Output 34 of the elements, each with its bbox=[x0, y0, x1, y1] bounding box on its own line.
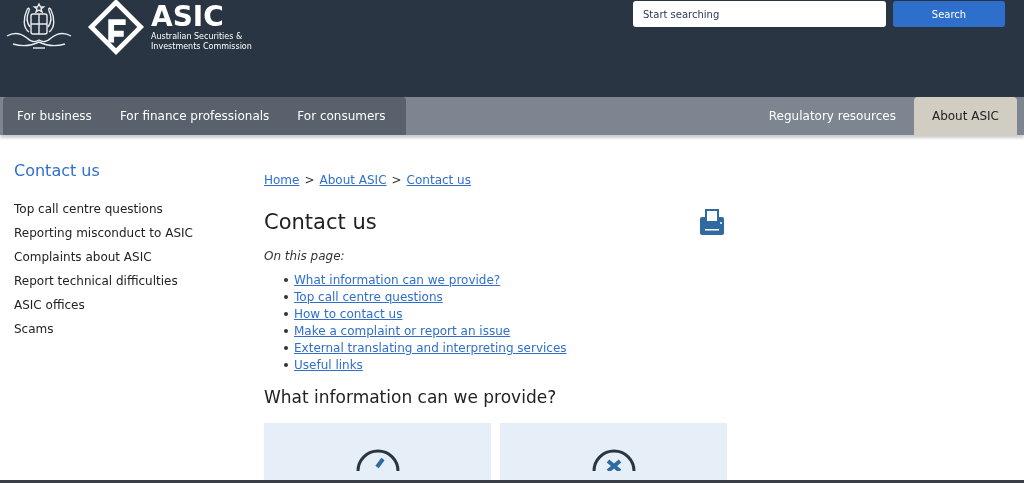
on-this-page-label: On this page: bbox=[264, 249, 346, 263]
breadcrumb-link[interactable]: Contact us bbox=[406, 173, 471, 187]
nav-tab[interactable]: For finance professionals bbox=[105, 97, 284, 135]
toc-link[interactable]: Make a complaint or report an issue bbox=[294, 323, 511, 338]
breadcrumb-separator: > bbox=[391, 173, 402, 187]
brand-name: ASIC bbox=[151, 2, 224, 32]
sidebar-item[interactable]: Scams bbox=[14, 317, 54, 341]
toc-link[interactable]: What information can we provide? bbox=[294, 272, 501, 287]
page-title: Contact us bbox=[264, 210, 377, 234]
sidebar-item[interactable]: Complaints about ASIC bbox=[14, 245, 152, 269]
sidebar-item[interactable]: Top call centre questions bbox=[14, 197, 163, 221]
cross-circle-icon bbox=[590, 447, 637, 471]
breadcrumb-link[interactable]: Home bbox=[264, 173, 300, 187]
toc-link[interactable]: How to contact us bbox=[294, 306, 403, 321]
search-button[interactable]: Search bbox=[893, 1, 1005, 27]
section-title: What information can we provide? bbox=[264, 387, 558, 407]
brand-subtitle: Australian Securities & bbox=[151, 32, 244, 42]
check-circle-icon bbox=[354, 447, 401, 471]
toc-link[interactable]: Top call centre questions bbox=[294, 289, 443, 304]
search-field[interactable]: Start searching bbox=[633, 1, 886, 27]
nav-tab[interactable]: For consumers bbox=[283, 97, 400, 135]
breadcrumb-separator: > bbox=[304, 173, 315, 187]
sidebar-item[interactable]: ASIC offices bbox=[14, 293, 85, 317]
nav-tab[interactable]: Regulatory resources bbox=[750, 97, 914, 135]
nav-tab[interactable]: About ASIC bbox=[913, 97, 1017, 135]
nav-tab[interactable]: For business bbox=[3, 97, 106, 135]
sidebar-title[interactable]: Contact us bbox=[14, 161, 100, 180]
toc-link[interactable]: External translating and interpreting services bbox=[294, 340, 567, 355]
sidebar-item[interactable]: Report technical difficulties bbox=[14, 269, 178, 293]
print-icon[interactable] bbox=[697, 207, 727, 237]
breadcrumb-link[interactable]: About ASIC bbox=[319, 173, 387, 187]
brand-subtitle: Investments Commission bbox=[151, 42, 252, 52]
sidebar-item[interactable]: Reporting misconduct to ASIC bbox=[14, 221, 193, 245]
toc-link[interactable]: Useful links bbox=[294, 357, 363, 372]
